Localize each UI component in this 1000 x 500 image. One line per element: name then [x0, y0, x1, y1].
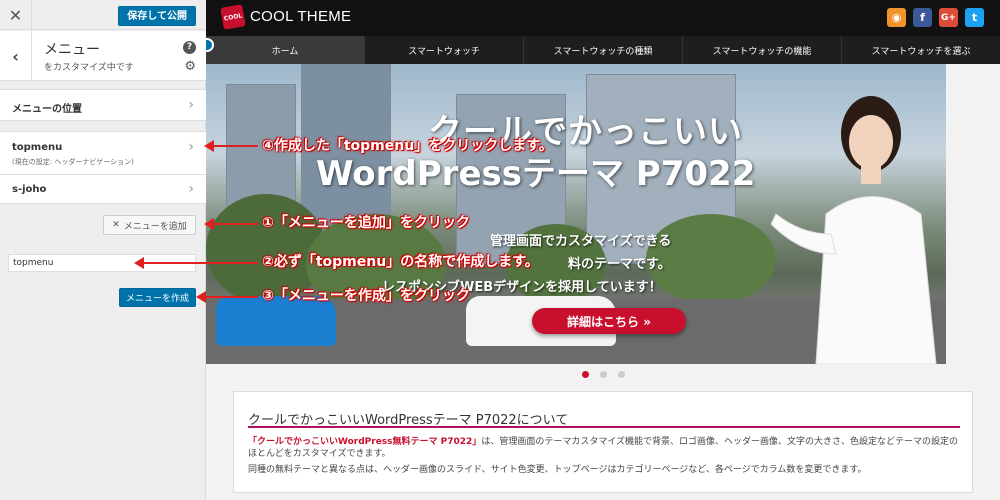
menu-locations-label: メニューの位置	[12, 104, 82, 115]
menu-item-label: s-joho	[12, 184, 47, 195]
googleplus-icon[interactable]: G+	[939, 8, 958, 27]
annotation-arrow-1	[210, 223, 258, 225]
nav-item-types[interactable]: スマートウォッチの種類	[524, 36, 683, 64]
slider-dot-active[interactable]	[582, 371, 589, 378]
site-header: COOL COOL THEME ◉ f G+ t	[206, 0, 1000, 36]
menu-item-label: topmenu	[12, 142, 63, 153]
add-menu-label: メニューを追加	[123, 221, 187, 232]
arrow-head-icon	[134, 257, 144, 269]
arrow-head-icon	[204, 218, 214, 230]
intro-paragraph-2: 同種の無料テーマと異なる点は、ヘッダー画像のスライド、サイト色変更、トップページ…	[248, 465, 867, 475]
menu-item-topmenu[interactable]: topmenu (現在の設定: ヘッダーナビゲーション) ›	[0, 131, 206, 175]
title-underline	[248, 426, 960, 428]
create-menu-button[interactable]: メニューを作成	[119, 288, 196, 307]
facebook-icon[interactable]: f	[913, 8, 932, 27]
model-woman-graphic	[771, 96, 937, 364]
menu-locations-row[interactable]: メニューの位置 ›	[0, 89, 206, 121]
annotation-arrow-3	[202, 296, 258, 298]
intro-paragraph-1: 「クールでかっこいいWordPress無料テーマ P7022」は、管理画面のテー…	[248, 436, 960, 460]
close-icon[interactable]: ✕	[0, 0, 32, 30]
menu-item-s-joho[interactable]: s-joho ›	[0, 174, 206, 204]
slider-pagination	[582, 371, 625, 378]
section-subtitle: をカスタマイズ中です	[44, 63, 134, 73]
logo-badge: COOL	[220, 4, 246, 30]
annotation-step-4: ④作成した「topmenu」をクリックします。	[262, 138, 553, 154]
annotation-arrow-2	[140, 262, 258, 264]
close-icon: ✕	[112, 220, 120, 230]
twitter-icon[interactable]: t	[965, 8, 984, 27]
add-menu-button[interactable]: ✕ メニューを追加	[103, 215, 196, 235]
hero-text-line1: 管理画面でカスタマイズできる	[490, 234, 672, 249]
chevron-right-icon: ›	[188, 139, 194, 155]
chevron-right-icon: ›	[188, 97, 194, 113]
slider-dot[interactable]	[600, 371, 607, 378]
menu-item-location: (現在の設定: ヘッダーナビゲーション)	[12, 158, 134, 166]
annotation-step-3: ③「メニューを作成」をクリック	[262, 288, 470, 304]
arrow-head-icon	[196, 291, 206, 303]
help-icon[interactable]: ?	[183, 41, 196, 54]
hero-details-button[interactable]: 詳細はこちら »	[532, 308, 686, 334]
hero-text-line2: 料のテーマです。	[568, 257, 671, 272]
annotation-step-1: ①「メニューを追加」をクリック	[262, 215, 470, 231]
annotation-step-2: ②必ず「topmenu」の名称で作成します。	[262, 254, 539, 270]
rss-icon[interactable]: ◉	[887, 8, 906, 27]
intro-card: クールでかっこいいWordPressテーマ P7022について 「クールでかっこ…	[233, 391, 973, 493]
nav-item-smartwatch[interactable]: スマートウォッチ	[365, 36, 524, 64]
customizer-panel: ✕ 保存して公開 ‹ メニュー をカスタマイズ中です ? ⚙ メニューの位置 ›…	[0, 0, 206, 500]
nav-item-features[interactable]: スマートウォッチの機能	[683, 36, 842, 64]
intro-highlight: 「クールでかっこいいWordPress無料テーマ P7022」	[248, 437, 482, 447]
back-arrow-icon[interactable]: ‹	[0, 31, 32, 81]
site-logo[interactable]: COOL THEME	[250, 8, 351, 25]
site-preview: COOL COOL THEME ◉ f G+ t ホーム スマートウォッチ スマ…	[206, 0, 1000, 500]
arrow-head-icon	[204, 140, 214, 152]
nav-item-choose[interactable]: スマートウォッチを選ぶ	[842, 36, 1000, 64]
chevron-right-icon: ›	[188, 181, 194, 197]
section-title: メニュー	[44, 42, 100, 58]
annotation-arrow-4	[210, 145, 258, 147]
slider-dot[interactable]	[618, 371, 625, 378]
global-nav: ホーム スマートウォッチ スマートウォッチの種類 スマートウォッチの機能 スマー…	[206, 36, 1000, 64]
nav-item-home[interactable]: ホーム	[206, 36, 365, 64]
section-header: ‹ メニュー をカスタマイズ中です ? ⚙	[0, 31, 206, 81]
save-publish-button[interactable]: 保存して公開	[118, 6, 196, 26]
gear-icon[interactable]: ⚙	[184, 59, 196, 74]
customizer-topbar: ✕ 保存して公開	[0, 0, 206, 30]
